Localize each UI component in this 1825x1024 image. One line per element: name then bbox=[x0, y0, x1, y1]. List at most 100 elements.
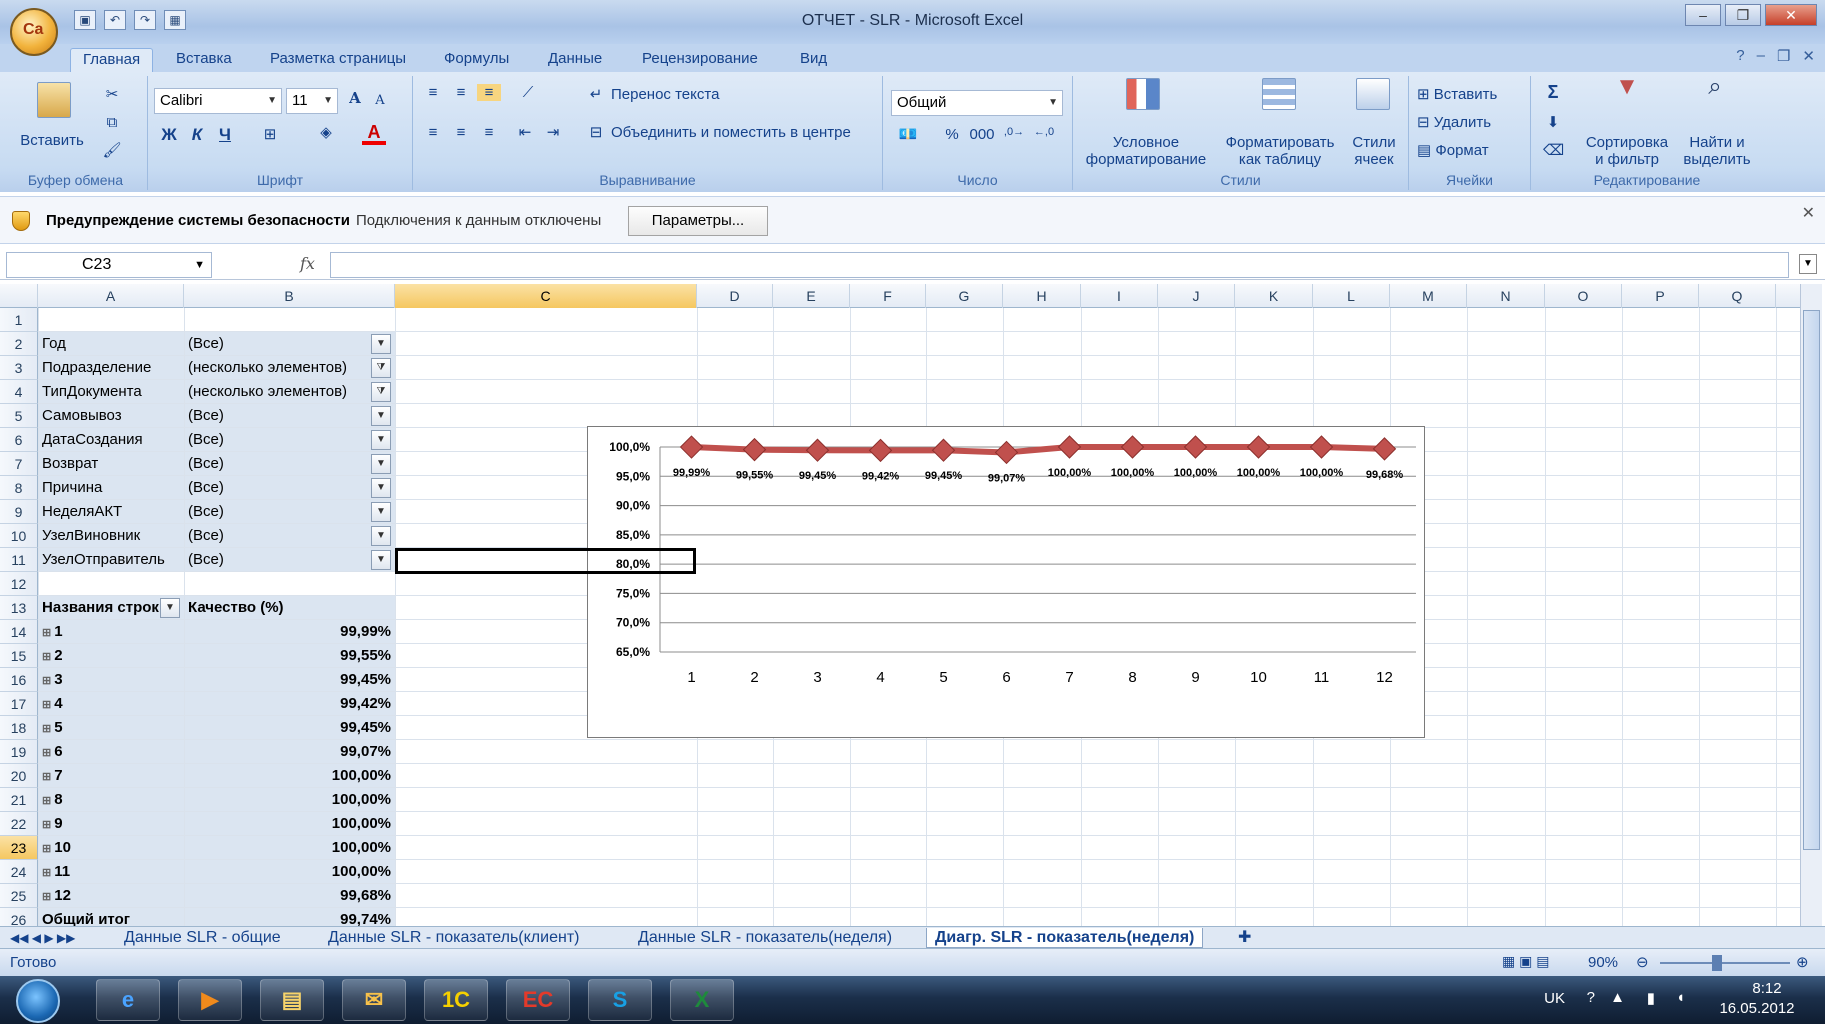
row-header-17[interactable]: 17 bbox=[0, 692, 38, 716]
column-header-h[interactable]: H bbox=[1003, 284, 1081, 308]
row-header-26[interactable]: 26 bbox=[0, 908, 38, 926]
sheet-tab-2[interactable]: Данные SLR - показатель(клиент) bbox=[328, 928, 579, 948]
insert-cells-button[interactable]: ⊞ Вставить bbox=[1417, 86, 1497, 103]
filter-field-label[interactable]: НеделяАКТ bbox=[42, 500, 180, 524]
number-format-select[interactable]: Общий ▼ bbox=[891, 90, 1063, 116]
filter-field-label[interactable]: Год bbox=[42, 332, 180, 356]
cell-styles-button[interactable]: Стили ячеек bbox=[1345, 134, 1403, 168]
format-cells-button[interactable]: ▤ Формат bbox=[1417, 142, 1489, 159]
pivot-row-value[interactable]: 100,00% bbox=[188, 764, 391, 788]
align-middle-icon[interactable]: ≡ bbox=[449, 84, 473, 101]
align-left-icon[interactable]: ≡ bbox=[421, 124, 445, 141]
borders-icon[interactable]: ⊞ bbox=[258, 126, 282, 143]
pivot-row-label[interactable]: ⊞ 8 bbox=[42, 788, 180, 812]
name-box[interactable]: C23 ▼ bbox=[6, 252, 212, 278]
expand-icon[interactable]: ⊞ bbox=[42, 747, 54, 759]
clock-date[interactable]: 16.05.2012 bbox=[1707, 1000, 1807, 1017]
pivot-row-value[interactable]: 99,42% bbox=[188, 692, 391, 716]
tab-view[interactable]: Вид bbox=[788, 48, 839, 72]
row-header-4[interactable]: 4 bbox=[0, 380, 38, 404]
thousands-button[interactable]: 000 bbox=[967, 126, 997, 143]
paste-button[interactable]: Вставить bbox=[12, 132, 92, 149]
filter-field-value[interactable]: (несколько элементов) bbox=[188, 380, 391, 404]
start-button[interactable] bbox=[16, 979, 60, 1023]
clock-time[interactable]: 8:12 bbox=[1727, 980, 1807, 997]
line-chart[interactable]: 100,0% 95,0% 90,0% 85,0% 80,0% 75,0% 70,0% 65,0… bbox=[587, 426, 1425, 738]
tab-page-layout[interactable]: Разметка страницы bbox=[258, 48, 418, 72]
expand-icon[interactable]: ⊞ bbox=[42, 651, 54, 663]
currency-icon[interactable]: 💶 bbox=[893, 126, 923, 143]
minimize-button[interactable]: – bbox=[1685, 4, 1721, 26]
zoom-level[interactable]: 90% bbox=[1588, 954, 1618, 971]
row-header-12[interactable]: 12 bbox=[0, 572, 38, 596]
format-as-table-button[interactable]: Форматировать как таблицу bbox=[1221, 134, 1339, 168]
close-icon[interactable]: ✕ bbox=[1802, 203, 1815, 223]
filter-field-label[interactable]: Самовывоз bbox=[42, 404, 180, 428]
excel-icon[interactable]: X bbox=[670, 979, 734, 1021]
row-header-8[interactable]: 8 bbox=[0, 476, 38, 500]
pivot-row-value[interactable]: 100,00% bbox=[188, 812, 391, 836]
chevron-down-icon[interactable]: ▼ bbox=[371, 478, 391, 498]
expand-icon[interactable]: ⊞ bbox=[42, 627, 54, 639]
grand-total-label[interactable]: Общий итог bbox=[42, 908, 180, 926]
chevron-down-icon[interactable]: ▼ bbox=[371, 334, 391, 354]
media-player-icon[interactable]: ▶ bbox=[178, 979, 242, 1021]
pivot-row-label[interactable]: ⊞ 6 bbox=[42, 740, 180, 764]
ribbon-close-icon[interactable]: ✕ bbox=[1802, 47, 1815, 65]
row-header-22[interactable]: 22 bbox=[0, 812, 38, 836]
merge-center-button[interactable]: Объединить и поместить в центре bbox=[611, 124, 851, 141]
pivot-row-value[interactable]: 100,00% bbox=[188, 860, 391, 884]
row-header-18[interactable]: 18 bbox=[0, 716, 38, 740]
column-header-f[interactable]: F bbox=[850, 284, 926, 308]
pivot-row-label[interactable]: ⊞ 12 bbox=[42, 884, 180, 908]
clear-icon[interactable]: ⌫ bbox=[1543, 142, 1564, 159]
column-header-p[interactable]: P bbox=[1622, 284, 1699, 308]
zoom-slider-thumb[interactable] bbox=[1712, 955, 1722, 971]
row-header-7[interactable]: 7 bbox=[0, 452, 38, 476]
find-select-button[interactable]: Найти и выделить bbox=[1677, 134, 1757, 168]
italic-button[interactable]: К bbox=[186, 126, 208, 143]
align-right-icon[interactable]: ≡ bbox=[477, 124, 501, 141]
page-break-view-icon[interactable]: ▤ bbox=[1536, 953, 1549, 969]
filter-field-value[interactable]: (Все) bbox=[188, 548, 391, 572]
filter-field-label[interactable]: Подразделение bbox=[42, 356, 180, 380]
pivot-row-label[interactable]: ⊞ 3 bbox=[42, 668, 180, 692]
decrease-decimal-icon[interactable]: ←,0 bbox=[1031, 124, 1057, 141]
pivot-row-label[interactable]: ⊞ 9 bbox=[42, 812, 180, 836]
row-header-9[interactable]: 9 bbox=[0, 500, 38, 524]
row-header-23[interactable]: 23 bbox=[0, 836, 38, 860]
page-layout-view-icon[interactable]: ▣ bbox=[1519, 953, 1532, 969]
pivot-row-value[interactable]: 99,55% bbox=[188, 644, 391, 668]
increase-decimal-icon[interactable]: ,0→ bbox=[1001, 124, 1027, 141]
align-bottom-icon[interactable]: ≡ bbox=[477, 84, 501, 101]
pivot-row-label[interactable]: ⊞ 4 bbox=[42, 692, 180, 716]
chevron-down-icon[interactable]: ▼ bbox=[371, 526, 391, 546]
tab-formulas[interactable]: Формулы bbox=[432, 48, 521, 72]
chevron-down-icon[interactable]: ▼ bbox=[371, 406, 391, 426]
row-header-2[interactable]: 2 bbox=[0, 332, 38, 356]
zoom-slider[interactable] bbox=[1660, 962, 1790, 964]
expand-icon[interactable]: ⊞ bbox=[42, 819, 54, 831]
column-header-o[interactable]: O bbox=[1545, 284, 1622, 308]
reader-icon[interactable]: EC bbox=[506, 979, 570, 1021]
volume-icon[interactable]: ◖ bbox=[1676, 989, 1685, 1006]
column-header-n[interactable]: N bbox=[1467, 284, 1545, 308]
filter-field-value[interactable]: (Все) bbox=[188, 428, 391, 452]
filter-field-value[interactable]: (Все) bbox=[188, 500, 391, 524]
pivot-row-label[interactable]: ⊞ 10 bbox=[42, 836, 180, 860]
filter-field-label[interactable]: ТипДокумента bbox=[42, 380, 180, 404]
expand-icon[interactable]: ⊞ bbox=[42, 891, 54, 903]
pivot-row-value[interactable]: 99,45% bbox=[188, 716, 391, 740]
expand-icon[interactable]: ⊞ bbox=[42, 867, 54, 879]
percent-button[interactable]: % bbox=[941, 126, 963, 143]
pivot-row-label[interactable]: ⊞ 1 bbox=[42, 620, 180, 644]
tab-insert[interactable]: Вставка bbox=[164, 48, 244, 72]
ie-icon[interactable]: e bbox=[96, 979, 160, 1021]
row-header-20[interactable]: 20 bbox=[0, 764, 38, 788]
align-center-icon[interactable]: ≡ bbox=[449, 124, 473, 141]
bold-button[interactable]: Ж bbox=[158, 126, 180, 143]
filter-field-label[interactable]: УзелВиновник bbox=[42, 524, 180, 548]
column-header-l[interactable]: L bbox=[1313, 284, 1390, 308]
office-button[interactable]: Ca bbox=[10, 8, 58, 56]
column-header-d[interactable]: D bbox=[697, 284, 773, 308]
